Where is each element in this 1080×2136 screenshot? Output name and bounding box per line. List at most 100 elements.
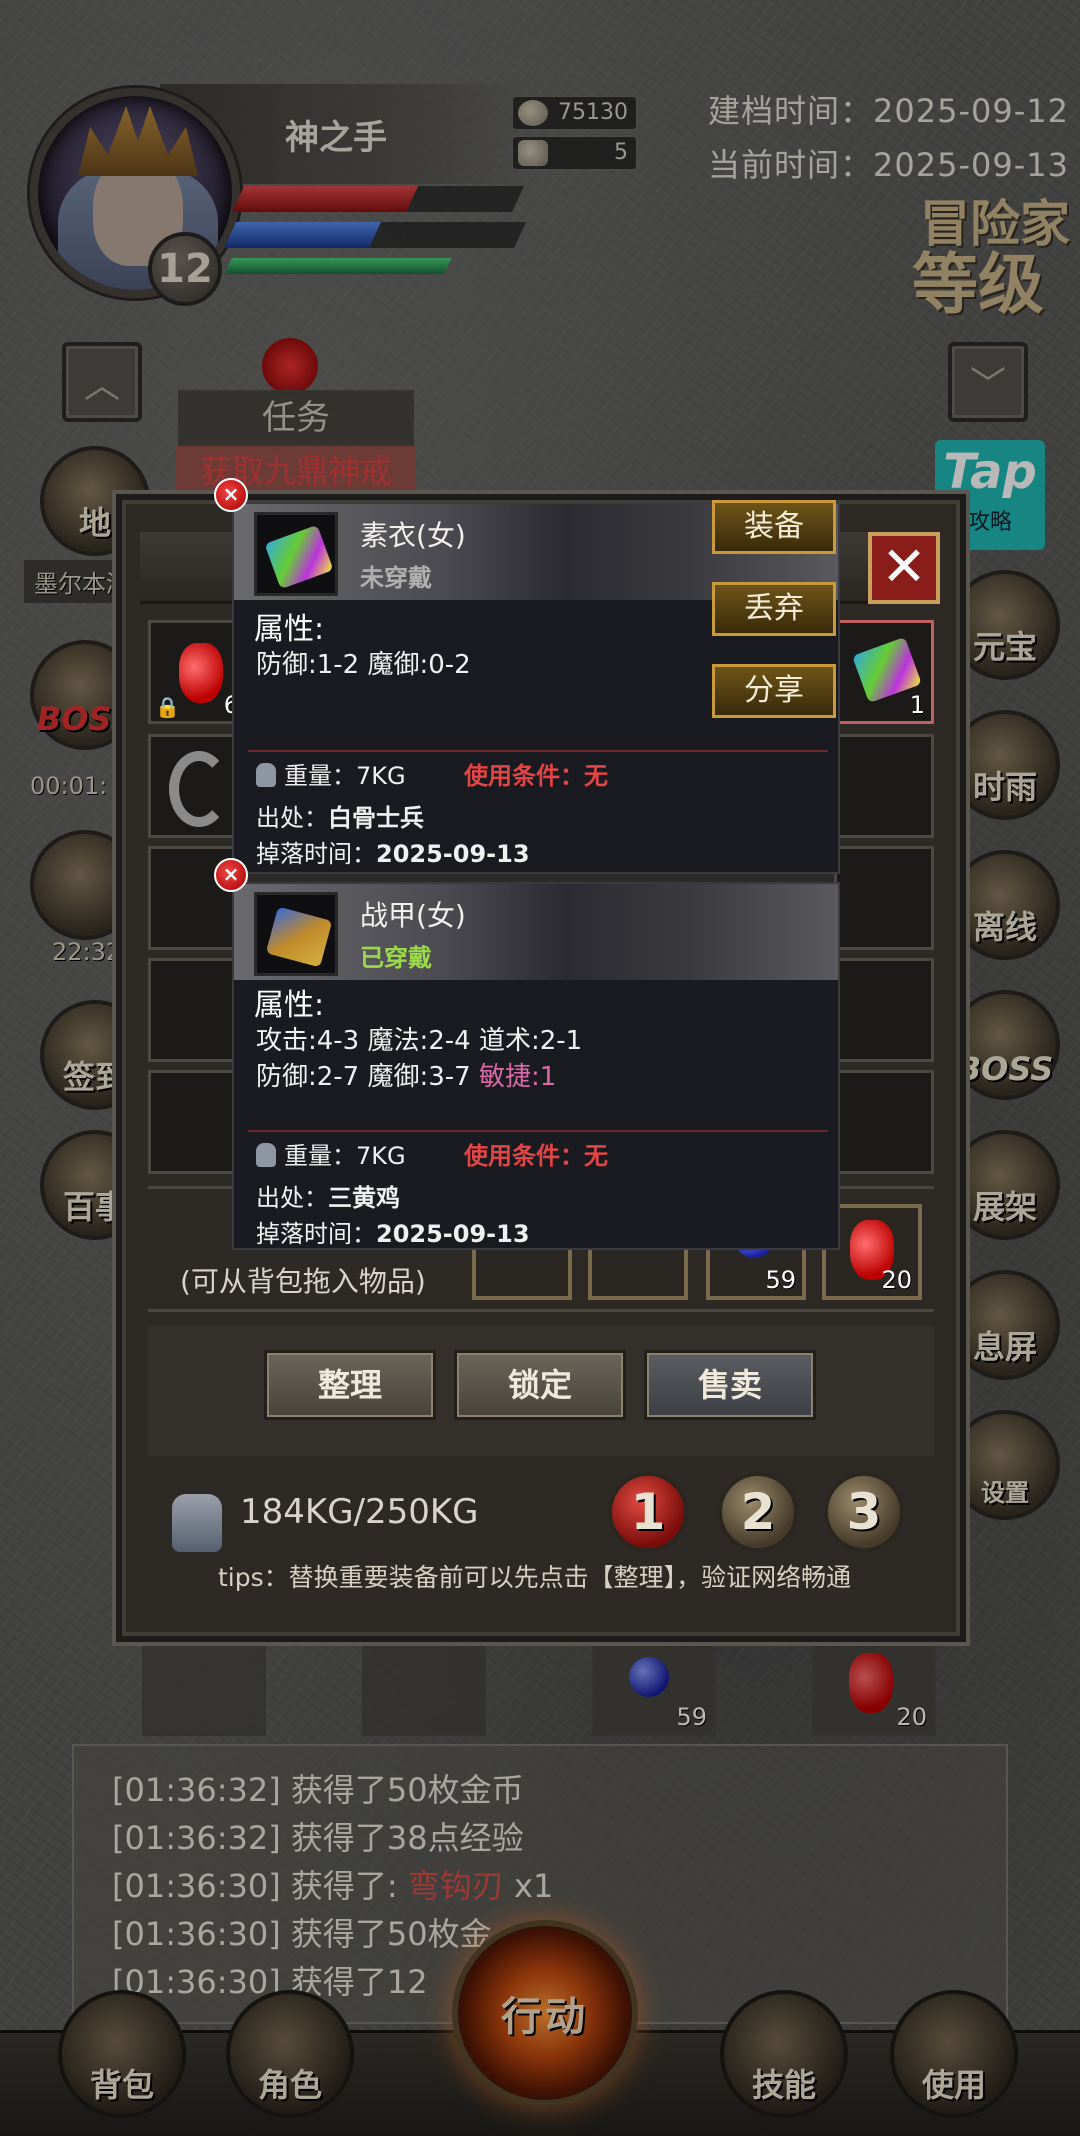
boss-timer: 00:01: [30, 772, 108, 800]
current-date: 当前时间：2025-09-13 [708, 140, 1069, 186]
red-potion-icon [849, 1653, 893, 1713]
hp-fill [231, 186, 418, 212]
scroll-down-button[interactable]: ﹀ [948, 342, 1028, 422]
adventurer-level-line2[interactable]: 等级 [912, 251, 1044, 317]
nav-bag-button[interactable]: 背包 [58, 1990, 186, 2118]
slot-count: 20 [896, 1703, 927, 1731]
tooltip-divider [248, 1130, 828, 1132]
side-settings-button[interactable]: 设置 [950, 1410, 1060, 1520]
xp-bar [224, 258, 452, 274]
log-line: [01:36:30] 获得了: 弯钩刃 x1 [112, 1862, 1006, 1910]
lock-button[interactable]: 锁定 [454, 1350, 626, 1420]
bag-page-3[interactable]: 3 [824, 1472, 904, 1552]
created-date-label: 建档时间： [708, 92, 874, 130]
side-display-button[interactable]: 展架 [950, 1130, 1060, 1240]
share-button[interactable]: 分享 [712, 664, 836, 718]
main-quick-slot-1[interactable] [142, 1640, 266, 1736]
log-text: 获得了38点经验 [280, 1819, 524, 1857]
attr-title: 属性: [254, 612, 325, 647]
weight-label: 重量：7KG [284, 1142, 406, 1170]
hp-bar [231, 186, 525, 212]
item-name: 素衣(女) [360, 519, 466, 552]
slot-count: 1 [909, 691, 925, 719]
bag-slot[interactable] [834, 1070, 934, 1174]
item-drop-time: 掉落时间：2025-09-13 [256, 1214, 530, 1249]
item-name: 战甲(女) [360, 899, 466, 932]
event-timer: 22:32 [52, 938, 122, 966]
main-quick-slot-2[interactable] [362, 1640, 486, 1736]
drop-label: 掉落时间： [256, 1220, 376, 1248]
task-objective[interactable]: 获取九鼎神戒 [176, 446, 416, 498]
bag-slot[interactable] [834, 846, 934, 950]
bag-page-2[interactable]: 2 [718, 1472, 798, 1552]
attr-bonus: 敏捷:1 [478, 1062, 557, 1092]
scroll-up-button[interactable]: ︿ [62, 342, 142, 422]
slot-count: 20 [881, 1266, 912, 1294]
nav-role-button[interactable]: 角色 [226, 1990, 354, 2118]
attr-title: 属性: [254, 988, 325, 1023]
created-date: 建档时间：2025-09-12 [708, 86, 1069, 132]
source-label: 出处： [256, 804, 328, 832]
bag-page-1[interactable]: 1 [608, 1472, 688, 1552]
tooltip-close-icon[interactable]: × [214, 858, 248, 892]
log-time: [01:36:30] [112, 1867, 281, 1905]
log-time: [01:36:32] [112, 1771, 281, 1809]
sell-button[interactable]: 售卖 [644, 1350, 816, 1420]
log-time: [01:36:32] [112, 1819, 281, 1857]
side-boss-right-label: BOSS [956, 1050, 1054, 1088]
item-state: 未穿戴 [360, 564, 432, 592]
attr-line: 防御:1-2 魔御:0-2 [256, 650, 471, 680]
player-level-badge: 12 [148, 232, 222, 306]
main-quick-slot-4[interactable]: 20 [812, 1640, 936, 1736]
item-tooltip-worn: 战甲(女) 已穿戴 属性: 攻击:4-3 魔法:2-4 道术:2-1 防御:2-… [232, 882, 840, 1250]
attr-line-main: 防御:2-7 魔御:3-7 [256, 1062, 479, 1092]
nav-use-label: 使用 [921, 2066, 986, 2104]
weight-icon [172, 1494, 222, 1552]
nav-skill-button[interactable]: 技能 [720, 1990, 848, 2118]
source-value: 白骨士兵 [328, 804, 424, 832]
drag-hint: (可从背包拖入物品) [180, 1265, 426, 1298]
source-value: 三黄鸡 [328, 1184, 400, 1212]
log-item-link[interactable]: 弯钩刃 [408, 1867, 504, 1905]
xp-fill [224, 258, 452, 274]
bag-slot[interactable]: 1 [834, 620, 934, 724]
item-weight: 重量：7KG [256, 756, 406, 791]
close-icon: ✕ [881, 535, 927, 598]
log-line: [01:36:32] 获得了38点经验 [112, 1814, 1006, 1862]
task-title[interactable]: 任务 [178, 390, 414, 446]
weight-icon [256, 763, 276, 787]
side-yuanbao-label: 元宝 [972, 628, 1037, 666]
nav-use-button[interactable]: 使用 [890, 1990, 1018, 2118]
side-yuanbao-button[interactable]: 元宝 [950, 570, 1060, 680]
player-name: 神之手 [285, 118, 387, 158]
side-boss-right-button[interactable]: BOSS [950, 990, 1060, 1100]
source-label: 出处： [256, 1184, 328, 1212]
bag-slot[interactable] [834, 958, 934, 1062]
action-button[interactable]: 行动 [452, 1920, 638, 2106]
discard-button[interactable]: 丢弃 [712, 582, 836, 636]
chevron-up-icon: ︿ [83, 365, 120, 406]
bag-slot[interactable] [834, 734, 934, 838]
gold-coin-icon [518, 100, 548, 126]
drop-label: 掉落时间： [256, 840, 376, 868]
log-time: [01:36:30] [112, 1915, 281, 1953]
nav-bag-label: 背包 [89, 2066, 154, 2104]
sort-button[interactable]: 整理 [264, 1350, 436, 1420]
equip-button[interactable]: 装备 [712, 500, 836, 554]
bag-close-button[interactable]: ✕ [868, 532, 940, 604]
nav-role-label: 角色 [257, 2066, 322, 2104]
side-settings-label: 设置 [981, 1479, 1029, 1507]
log-suffix: x1 [503, 1867, 554, 1905]
attr-line: 防御:2-7 魔御:3-7 敏捷:1 [256, 1056, 556, 1093]
main-quick-slot-3[interactable]: 59 [592, 1640, 716, 1736]
red-potion-icon [179, 643, 223, 703]
item-drop-time: 掉落时间：2025-09-13 [256, 834, 530, 869]
side-screen-off-button[interactable]: 息屏 [950, 1270, 1060, 1380]
tooltip-close-icon[interactable]: × [214, 478, 248, 512]
side-shiyu-button[interactable]: 时雨 [950, 710, 1060, 820]
slot-count: 59 [765, 1266, 796, 1294]
item-weight: 重量：7KG [256, 1136, 406, 1171]
ring-icon [169, 751, 229, 827]
side-offline-button[interactable]: 离线 [950, 850, 1060, 960]
use-requirement: 使用条件：无 [464, 1142, 608, 1170]
